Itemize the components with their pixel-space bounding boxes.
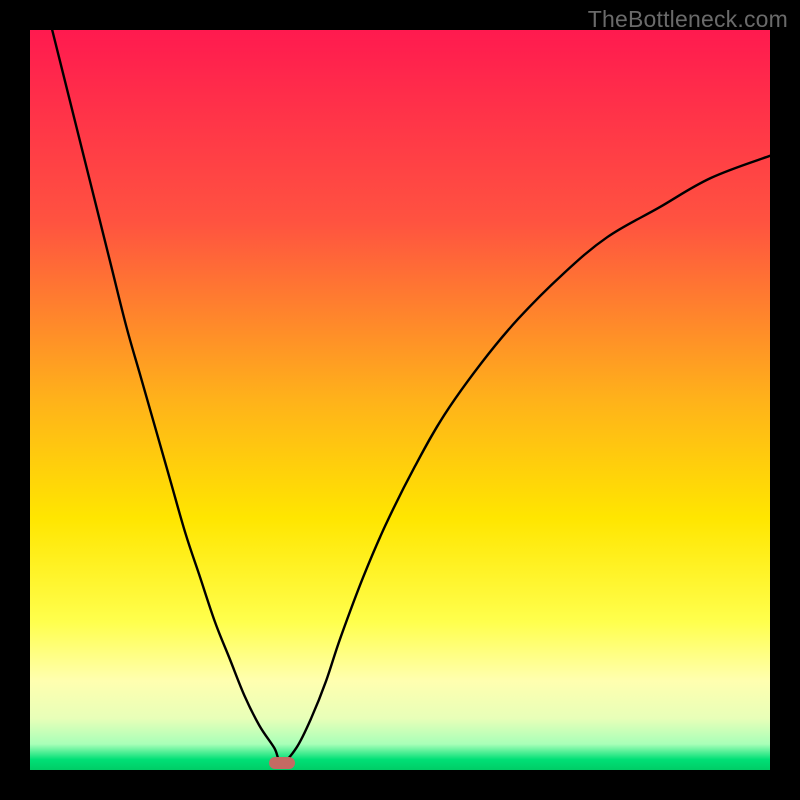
plot-area: [30, 30, 770, 770]
watermark-text: TheBottleneck.com: [588, 6, 788, 33]
chart-frame: TheBottleneck.com: [0, 0, 800, 800]
bottleneck-curve: [30, 30, 770, 770]
optimum-marker: [269, 757, 295, 769]
